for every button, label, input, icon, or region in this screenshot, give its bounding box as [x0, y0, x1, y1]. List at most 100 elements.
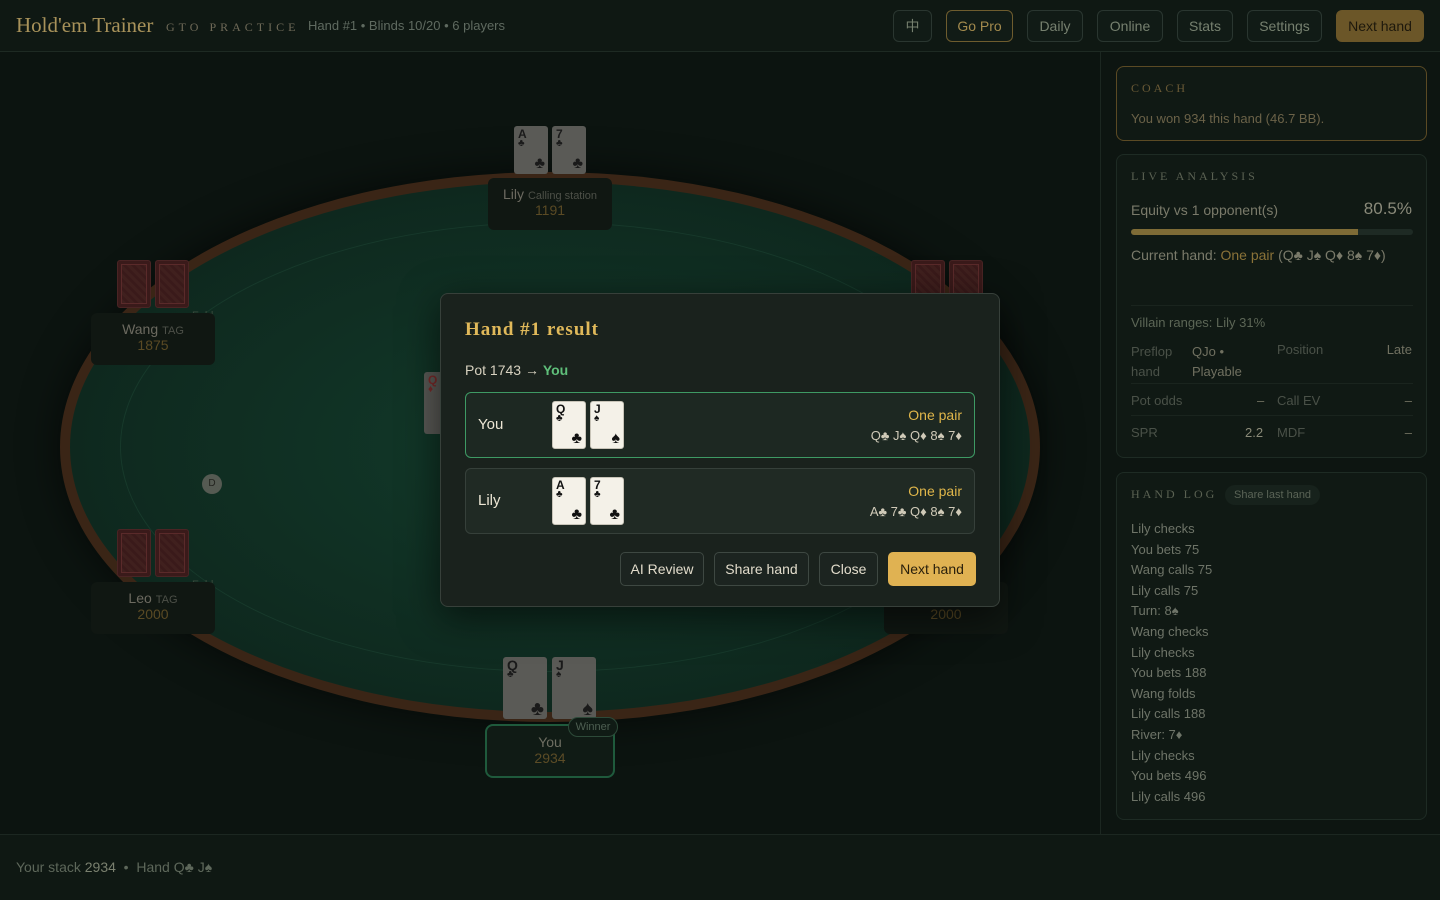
- seat-leo[interactable]: Leo TAG 2000: [91, 582, 215, 634]
- preflop-label: Preflop hand: [1131, 344, 1173, 379]
- seat-wang[interactable]: Wang TAG 1875: [91, 313, 215, 365]
- player-stack: 1875: [137, 337, 169, 353]
- live-analysis-box: LIVE ANALYSIS Equity vs 1 opponent(s) 80…: [1116, 154, 1427, 458]
- share-last-hand-button[interactable]: Share last hand: [1225, 485, 1321, 505]
- you-card-2: J ♠ ♠: [552, 657, 596, 719]
- spr-label: SPR: [1131, 425, 1158, 440]
- dealer-button: D: [202, 474, 222, 494]
- status-bar: Your stack 2934 • Hand Q♣ J♠: [0, 834, 1440, 900]
- ai-review-button[interactable]: AI Review: [620, 552, 704, 586]
- equity-value: 80.5%: [1363, 199, 1412, 218]
- preflop-value: QJo • Playable: [1192, 344, 1242, 379]
- log-entry: Lily checks: [1131, 521, 1195, 536]
- online-button[interactable]: Online: [1097, 10, 1163, 42]
- hand-result-modal: Hand #1 result Pot 1743 → You You Q ♣ ♣ …: [440, 293, 1000, 607]
- wang-card-back-2: [155, 260, 189, 308]
- settings-button[interactable]: Settings: [1247, 10, 1322, 42]
- leo-card-back-2: [155, 529, 189, 577]
- log-entry: Wang calls 75: [1131, 562, 1213, 578]
- footer-stack-value: 2934: [84, 859, 116, 875]
- next-hand-button[interactable]: Next hand: [888, 552, 976, 586]
- result-card: A ♣ ♣: [552, 477, 586, 525]
- top-bar: Hold'em Trainer GTO PRACTICE Hand #1 • B…: [0, 0, 1440, 52]
- seat-lily[interactable]: Lily Calling station 1191: [488, 178, 612, 230]
- hand-info: Hand #1 • Blinds 10/20 • 6 players: [308, 18, 505, 33]
- player-tag: Calling station: [527, 190, 598, 202]
- leo-card-back-1: [117, 529, 151, 577]
- log-entry: Wang checks: [1131, 623, 1209, 639]
- result-best-hand: Q♣ J♠ Q♦ 8♠ 7♦: [870, 428, 962, 443]
- player-stack: 2934: [534, 750, 566, 766]
- equity-label: Equity vs 1 opponent(s): [1131, 202, 1279, 218]
- player-name: Wang: [122, 321, 159, 337]
- stats-button[interactable]: Stats: [1177, 10, 1233, 42]
- lily-card-2: 7 ♣ ♣: [552, 126, 586, 174]
- player-name: Lily: [502, 186, 524, 202]
- log-entry: Lily checks: [1131, 644, 1195, 660]
- language-button[interactable]: 中: [893, 10, 932, 42]
- current-hand: Current hand: One pair (Q♣ J♠ Q♦ 8♠ 7♦): [1131, 247, 1386, 263]
- spr-value: 2.2: [1245, 425, 1264, 440]
- app-subtitle: GTO PRACTICE: [166, 20, 300, 34]
- pot-odds-label: Pot odds: [1131, 393, 1183, 408]
- pot-result: Pot 1743 → You: [465, 362, 569, 378]
- divider: [1131, 415, 1413, 416]
- result-row-you: You Q ♣ ♣ J ♠ ♠ One pair Q♣ J♠ Q♦ 8♠ 7♦: [465, 392, 975, 458]
- go-pro-button[interactable]: Go Pro: [946, 10, 1013, 42]
- log-entry: Lily calls 75: [1131, 582, 1199, 598]
- player-stack: 2000: [930, 606, 962, 622]
- call-ev-label: Call EV: [1277, 393, 1321, 408]
- position-value: Late: [1386, 342, 1412, 357]
- player-stack: 1191: [534, 202, 566, 218]
- equity-bar: [1131, 229, 1413, 235]
- result-row-lily: Lily A ♣ ♣ 7 ♣ ♣ One pair A♣ 7♣ Q♦ 8♠ 7♦: [465, 468, 975, 534]
- share-hand-button[interactable]: Share hand: [714, 552, 809, 586]
- result-best-hand: A♣ 7♣ Q♦ 8♠ 7♦: [869, 504, 962, 519]
- equity-bar-fill: [1131, 229, 1358, 235]
- log-entry: You bets 188: [1131, 665, 1207, 681]
- result-player-name: You: [478, 416, 504, 433]
- log-entry: Turn: 8♠: [1131, 603, 1179, 619]
- result-player-name: Lily: [478, 492, 501, 509]
- daily-button[interactable]: Daily: [1027, 10, 1083, 42]
- player-tag: TAG: [162, 325, 184, 337]
- log-entry: Lily calls 496: [1131, 788, 1206, 804]
- hand-log-title: HAND LOG: [1131, 487, 1218, 501]
- player-stack: 2000: [137, 606, 169, 622]
- hand-log-box: HAND LOG Share last hand Lily checks You…: [1116, 472, 1427, 820]
- lily-card-1: A ♣ ♣: [514, 126, 548, 174]
- result-card: J ♠ ♠: [590, 401, 624, 449]
- you-card-1: Q ♣ ♣: [503, 657, 547, 719]
- divider: [1131, 305, 1413, 306]
- modal-title: Hand #1 result: [465, 319, 600, 340]
- player-tag: TAG: [155, 594, 178, 606]
- next-hand-header-button[interactable]: Next hand: [1336, 10, 1424, 42]
- log-entry: Wang folds: [1131, 685, 1196, 701]
- result-hand-rank: One pair: [908, 483, 962, 499]
- log-entry: Lily checks: [1131, 747, 1195, 763]
- coach-message: You won 934 this hand (46.7 BB).: [1131, 111, 1325, 126]
- result-card: Q ♣ ♣: [552, 401, 586, 449]
- current-hand-cards: (Q♣ J♠ Q♦ 8♠ 7♦): [1274, 247, 1386, 263]
- log-entry: You bets 75: [1131, 541, 1200, 557]
- close-button[interactable]: Close: [819, 552, 878, 586]
- log-entry: Lily calls 188: [1131, 706, 1206, 722]
- footer-status: Your stack 2934 • Hand Q♣ J♠: [16, 859, 213, 875]
- mdf-value: –: [1404, 425, 1412, 440]
- wang-card-back-1: [117, 260, 151, 308]
- log-entry: You bets 496: [1131, 768, 1207, 784]
- divider: [1131, 383, 1413, 384]
- coach-box: COACH You won 934 this hand (46.7 BB).: [1116, 66, 1427, 141]
- analysis-title: LIVE ANALYSIS: [1131, 169, 1258, 183]
- coach-title: COACH: [1131, 81, 1189, 95]
- mdf-label: MDF: [1277, 425, 1306, 440]
- position-label: Position: [1277, 342, 1324, 357]
- footer-hand-value: Q♣ J♠: [173, 859, 213, 875]
- current-hand-rank: One pair: [1220, 247, 1275, 263]
- winner-badge: Winner: [568, 717, 618, 737]
- hand-log-list[interactable]: Lily checks You bets 75 Wang calls 75 Li…: [1131, 519, 1413, 807]
- result-hand-rank: One pair: [908, 407, 962, 423]
- call-ev-value: –: [1404, 393, 1412, 408]
- log-entry: River: 7♦: [1131, 726, 1183, 742]
- pot-winner: You: [542, 362, 569, 378]
